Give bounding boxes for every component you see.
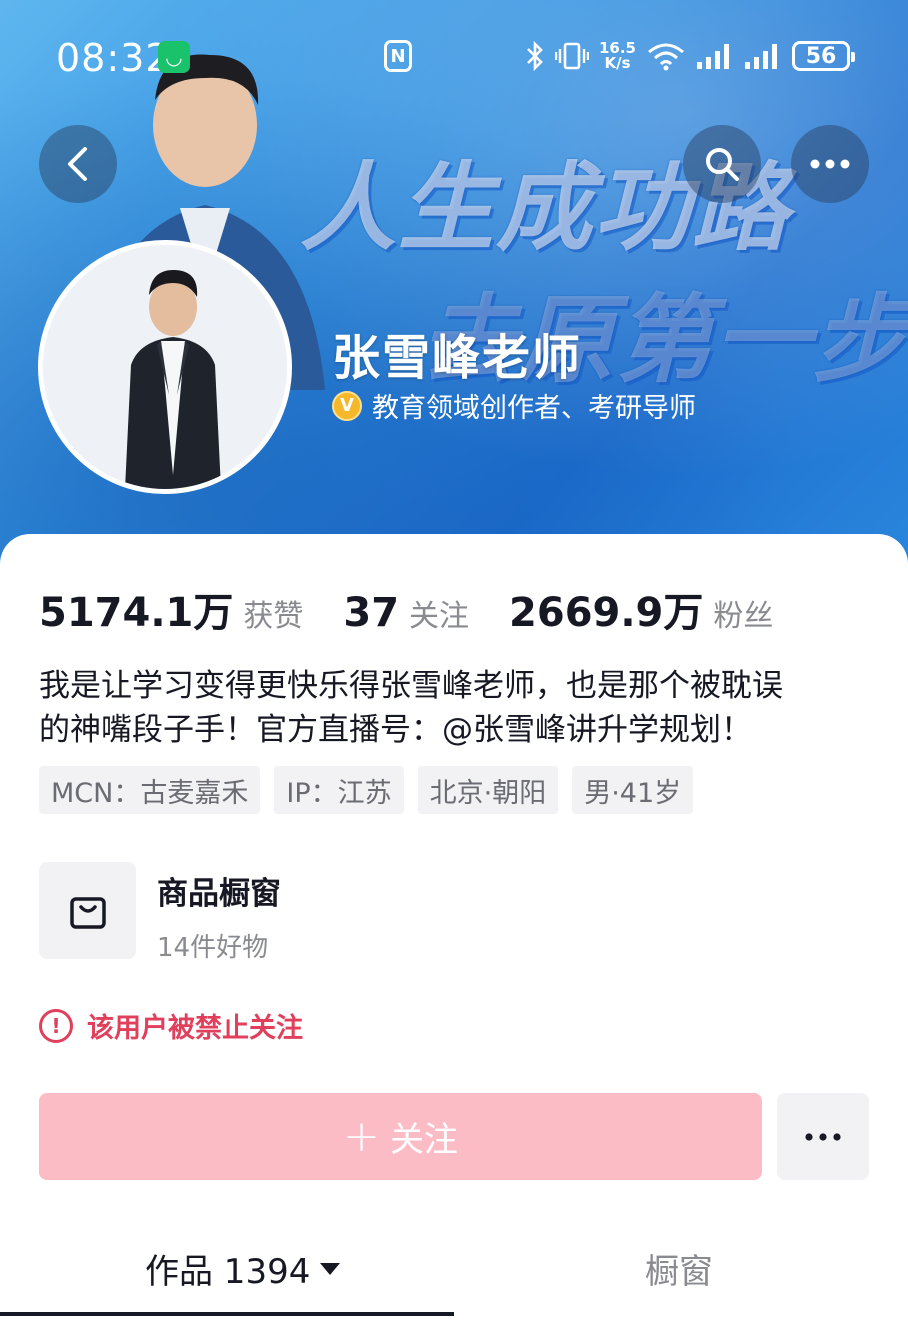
stat-following-value: 37: [343, 590, 400, 636]
status-time: 08:32: [56, 36, 171, 80]
caret-down-icon: [320, 1262, 341, 1275]
avatar[interactable]: [38, 240, 292, 494]
wifi-icon: [648, 43, 684, 71]
plus-icon: +: [343, 1110, 380, 1162]
bag-glyph: [69, 896, 106, 929]
stat-following[interactable]: 37 关注: [343, 590, 469, 636]
verification-text: 教育领域创作者、考研导师: [372, 393, 696, 424]
showcase-title: 商品橱窗: [157, 876, 281, 912]
more-actions-button[interactable]: [777, 1093, 869, 1180]
showcase-count: 14件好物: [157, 933, 269, 963]
showcase-text: 商品橱窗 14件好物: [157, 862, 281, 964]
product-showcase-entry[interactable]: 商品橱窗 14件好物: [39, 862, 281, 964]
signal-icon-2: [745, 44, 777, 69]
tag-mcn: MCN：古麦嘉禾: [39, 766, 261, 814]
bio-line-1: 我是让学习变得更快乐得张雪峰老师，也是那个被耽误: [39, 668, 783, 704]
stat-following-label: 关注: [409, 599, 470, 634]
bio-line-2: 的神嘴段子手！官方直播号：@张雪峰讲升学规划！: [39, 712, 752, 748]
verification-row: V 教育领域创作者、考研导师: [332, 386, 696, 425]
tab-works[interactable]: 作品 1394: [145, 1244, 341, 1293]
network-speed-unit: K/s: [604, 54, 631, 72]
stat-followers[interactable]: 2669.9万 粉丝: [509, 580, 773, 638]
tag-ip-location: IP：江苏: [274, 766, 404, 814]
profile-bio: 我是让学习变得更快乐得张雪峰老师，也是那个被耽误 的神嘴段子手！官方直播号：@张…: [39, 664, 879, 752]
active-tab-indicator: [0, 1312, 454, 1316]
mi-app-icon: ◡: [158, 41, 190, 73]
more-icon: [805, 1132, 841, 1141]
vibrate-icon: [554, 42, 589, 70]
stat-likes-label: 获赞: [243, 599, 304, 634]
follow-button[interactable]: + 关注: [39, 1093, 762, 1180]
stat-followers-value: 2669.9万: [509, 590, 704, 636]
chevron-left-icon: [68, 147, 87, 181]
stats-row: 5174.1万 获赞 37 关注 2669.9万 粉丝: [39, 580, 813, 638]
follow-restricted-notice: ! 该用户被禁止关注: [39, 1006, 303, 1045]
more-icon: [810, 159, 850, 169]
tab-works-label: 作品 1394: [145, 1252, 311, 1292]
profile-tags: MCN：古麦嘉禾 IP：江苏 北京·朝阳 男·41岁: [39, 766, 694, 814]
status-bar: 08:32 ◡ N 16.5 K/s 56: [0, 0, 908, 112]
bluetooth-icon: [527, 41, 543, 71]
network-speed: 16.5 K/s: [599, 41, 636, 71]
stat-followers-label: 粉丝: [713, 599, 774, 634]
verified-badge-icon: V: [332, 390, 362, 421]
stat-likes-value: 5174.1万: [39, 590, 234, 636]
alert-icon: !: [39, 1008, 73, 1043]
battery-indicator: 56: [792, 41, 855, 71]
signal-icon-1: [697, 44, 729, 69]
tag-city: 北京·朝阳: [417, 766, 559, 814]
more-options-button[interactable]: [791, 125, 869, 203]
tag-gender-age: 男·41岁: [572, 766, 694, 814]
content-tabs: 作品 1394 橱窗: [0, 1226, 908, 1320]
back-button[interactable]: [39, 125, 117, 203]
profile-name: 张雪峰老师: [332, 330, 583, 386]
search-button[interactable]: [683, 125, 761, 203]
status-icons: 16.5 K/s 56: [525, 36, 855, 76]
shopping-bag-icon: [39, 862, 136, 959]
search-icon: [706, 148, 739, 181]
avatar-photo: [43, 245, 287, 489]
follow-restricted-text: 该用户被禁止关注: [87, 1013, 303, 1044]
stat-likes[interactable]: 5174.1万 获赞: [39, 580, 303, 638]
tab-showcase[interactable]: 橱窗: [645, 1244, 713, 1293]
nfc-icon: N: [384, 40, 412, 72]
follow-button-label: 关注: [389, 1120, 458, 1160]
